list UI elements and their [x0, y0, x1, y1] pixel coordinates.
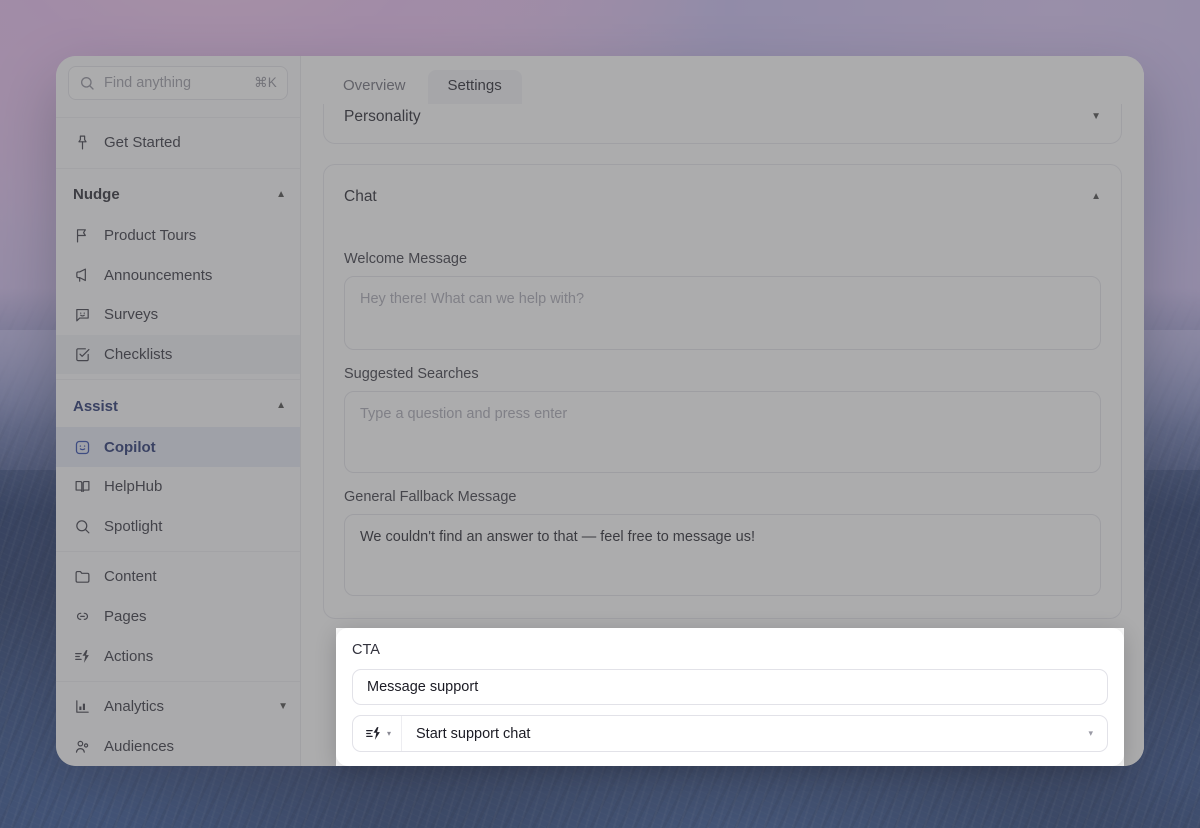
sidebar-item-label: Copilot: [104, 439, 288, 456]
sidebar-item-copilot[interactable]: Copilot: [56, 427, 300, 467]
sidebar-item-label: Product Tours: [104, 227, 288, 244]
chat-smiley-icon: [73, 306, 91, 324]
sidebar-item-label: Pages: [104, 608, 288, 625]
sidebar-item-audiences[interactable]: Audiences: [56, 726, 300, 766]
folder-icon: [73, 568, 91, 586]
sidebar-item-label: Audiences: [104, 738, 288, 755]
chevron-down-icon[interactable]: ▼: [278, 702, 288, 712]
megaphone-icon: [73, 266, 91, 284]
search-input[interactable]: Find anything ⌘K: [68, 66, 288, 100]
sidebar-divider: [56, 379, 300, 380]
link-icon: [73, 608, 91, 626]
search-icon: [73, 517, 91, 535]
sidebar-item-pages[interactable]: Pages: [56, 597, 300, 637]
sidebar-group-nudge[interactable]: Nudge ▲: [56, 173, 300, 215]
welcome-message-input[interactable]: Hey there! What can we help with?: [344, 276, 1101, 350]
sidebar-group-assist[interactable]: Assist ▲: [56, 385, 300, 427]
sidebar-divider: [56, 551, 300, 552]
search-shortcut: ⌘K: [254, 75, 277, 91]
sidebar-search-area: Find anything ⌘K: [56, 56, 300, 112]
sidebar-group-label: Nudge: [73, 186, 276, 203]
sidebar-item-label: Get Started: [104, 134, 288, 151]
action-bolt-icon: [365, 725, 382, 742]
cta-label: CTA: [352, 642, 1108, 658]
field-welcome-message: Welcome Message Hey there! What can we h…: [344, 251, 1101, 350]
sidebar-item-label: Analytics: [104, 698, 265, 715]
section-personality-header[interactable]: Personality ▼: [324, 104, 1121, 143]
field-label: Welcome Message: [344, 251, 1101, 267]
sidebar-item-label: Content: [104, 568, 288, 585]
tab-overview[interactable]: Overview: [323, 70, 426, 104]
cta-text-input[interactable]: Message support: [352, 669, 1108, 705]
sidebar: Find anything ⌘K Get Started Nudge ▲: [56, 56, 301, 766]
cta-action-value: Start support chat: [402, 726, 1088, 742]
cta-action-type-picker[interactable]: ▾: [353, 716, 402, 751]
chevron-down-icon[interactable]: ▼: [1091, 112, 1101, 122]
copilot-face-icon: [73, 438, 91, 456]
sidebar-item-label: Announcements: [104, 267, 288, 284]
suggested-searches-input[interactable]: Type a question and press enter: [344, 391, 1101, 473]
sidebar-item-announcements[interactable]: Announcements: [56, 255, 300, 295]
chevron-up-icon[interactable]: ▲: [1091, 192, 1101, 202]
field-value: We couldn't find an answer to that — fee…: [360, 529, 755, 545]
cta-action-select[interactable]: ▾ Start support chat ▾: [352, 715, 1108, 752]
placeholder-text: Hey there! What can we help with?: [360, 291, 584, 307]
general-fallback-message-input[interactable]: We couldn't find an answer to that — fee…: [344, 514, 1101, 596]
flag-icon: [73, 227, 91, 245]
field-general-fallback-message: General Fallback Message We couldn't fin…: [344, 489, 1101, 596]
sidebar-item-surveys[interactable]: Surveys: [56, 295, 300, 335]
sidebar-item-analytics[interactable]: Analytics ▼: [56, 687, 300, 727]
sidebar-item-label: HelpHub: [104, 478, 288, 495]
field-suggested-searches: Suggested Searches Type a question and p…: [344, 366, 1101, 473]
sidebar-item-get-started[interactable]: Get Started: [56, 123, 300, 163]
tab-bar: Overview Settings: [301, 56, 1144, 104]
cta-spotlight-card: CTA Message support ▾ Start support chat…: [336, 628, 1124, 766]
section-chat: Chat ▲ Welcome Message Hey there! What c…: [323, 164, 1122, 619]
sidebar-group-label: Assist: [73, 398, 276, 415]
pin-icon: [73, 134, 91, 152]
sidebar-item-product-tours[interactable]: Product Tours: [56, 216, 300, 256]
field-label: Suggested Searches: [344, 366, 1101, 382]
sidebar-item-label: Spotlight: [104, 518, 288, 535]
sidebar-item-actions[interactable]: Actions: [56, 636, 300, 676]
section-chat-body: Welcome Message Hey there! What can we h…: [324, 229, 1121, 618]
search-placeholder: Find anything: [104, 75, 245, 91]
chevron-up-icon[interactable]: ▲: [276, 401, 286, 411]
section-title: Personality: [344, 108, 1091, 126]
cta-text-value: Message support: [367, 679, 478, 695]
sidebar-item-content[interactable]: Content: [56, 557, 300, 597]
sidebar-divider: [56, 681, 300, 682]
section-personality: Personality ▼: [323, 104, 1122, 144]
action-bolt-icon: [73, 647, 91, 665]
audience-icon: [73, 737, 91, 755]
chevron-up-icon[interactable]: ▲: [276, 190, 286, 200]
chevron-down-icon[interactable]: ▾: [387, 729, 391, 738]
search-icon: [79, 75, 95, 91]
section-title: Chat: [344, 188, 1091, 206]
book-icon: [73, 478, 91, 496]
sidebar-divider: [56, 117, 300, 118]
sidebar-item-checklists[interactable]: Checklists: [56, 335, 300, 375]
checkbox-icon: [73, 345, 91, 363]
sidebar-item-helphub[interactable]: HelpHub: [56, 467, 300, 507]
section-chat-header[interactable]: Chat ▲: [324, 165, 1121, 229]
sidebar-item-label: Surveys: [104, 306, 288, 323]
sidebar-item-label: Actions: [104, 648, 288, 665]
placeholder-text: Type a question and press enter: [360, 406, 567, 422]
chevron-down-icon[interactable]: ▾: [1088, 728, 1107, 739]
tab-settings[interactable]: Settings: [428, 70, 522, 104]
field-label: General Fallback Message: [344, 489, 1101, 505]
sidebar-divider: [56, 168, 300, 169]
bar-chart-icon: [73, 698, 91, 716]
sidebar-item-spotlight[interactable]: Spotlight: [56, 507, 300, 547]
sidebar-item-label: Checklists: [104, 346, 288, 363]
